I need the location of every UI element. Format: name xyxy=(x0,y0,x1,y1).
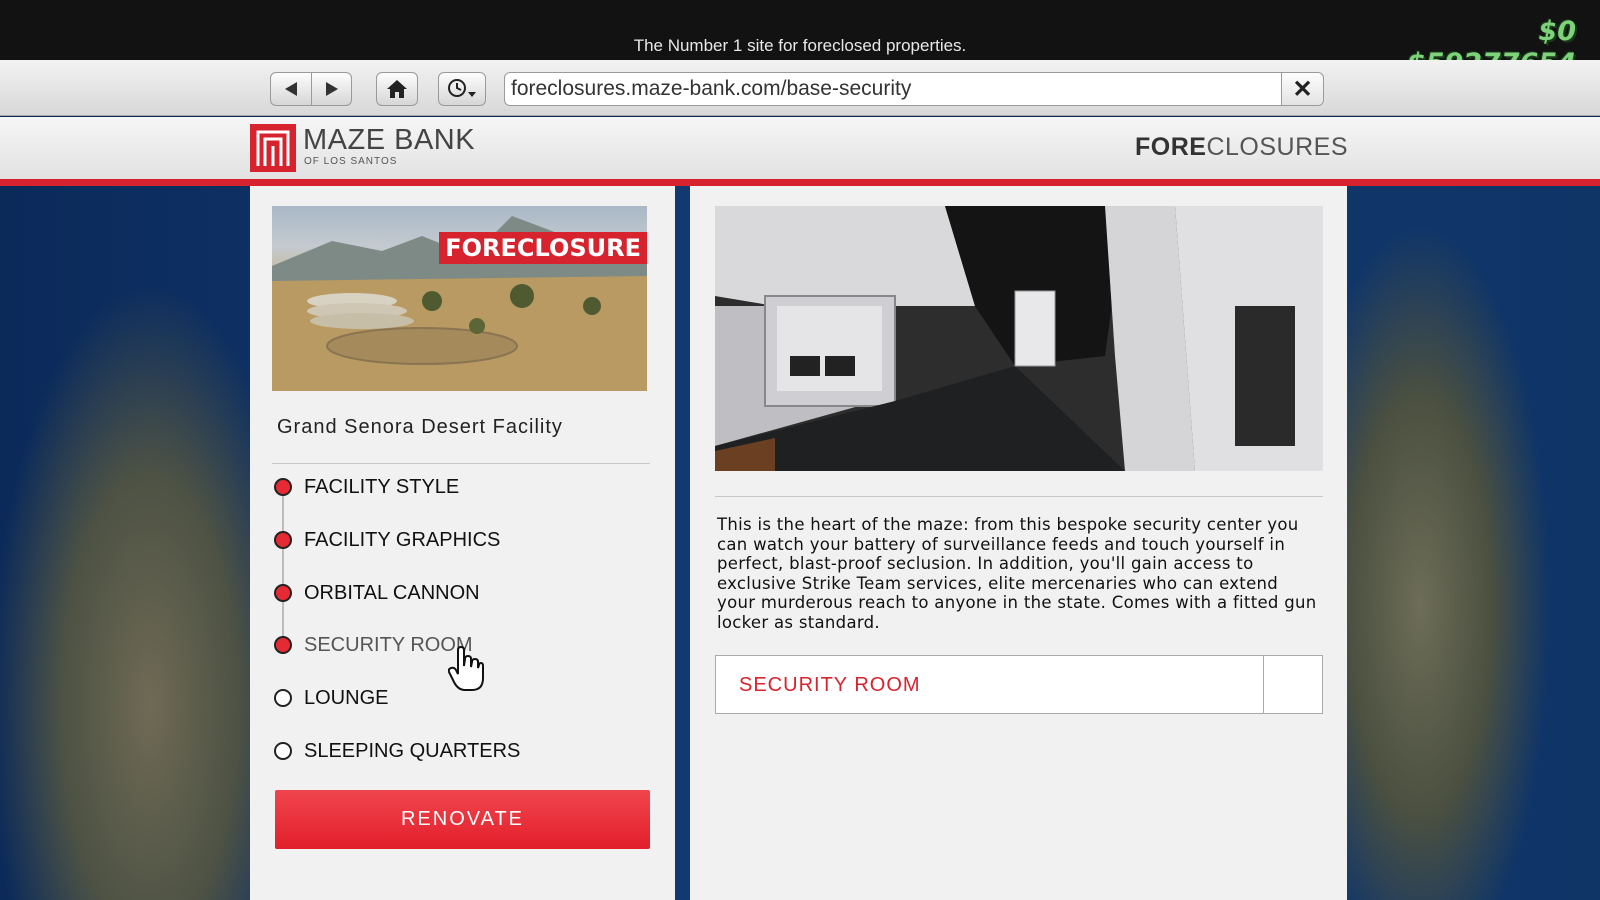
divider xyxy=(715,496,1323,497)
option-facility-style[interactable]: FACILITY STYLE xyxy=(274,472,459,502)
browser-toolbar: ✕ xyxy=(0,60,1600,116)
nav-buttons xyxy=(270,72,352,106)
property-thumbnail: FORECLOSURE xyxy=(272,206,647,391)
back-button[interactable] xyxy=(271,73,311,105)
option-lounge[interactable]: LOUNGE xyxy=(274,683,388,713)
option-sleeping-quarters[interactable]: SLEEPING QUARTERS xyxy=(274,736,520,766)
renovate-button[interactable]: RENOVATE xyxy=(275,790,650,849)
option-label: FACILITY STYLE xyxy=(304,475,460,498)
security-room-photo xyxy=(715,206,1323,471)
option-orbital-cannon[interactable]: ORBITAL CANNON xyxy=(274,578,480,608)
unselected-dot-icon xyxy=(274,689,292,707)
close-icon: ✕ xyxy=(1292,75,1313,103)
home-group xyxy=(376,72,418,106)
back-arrow-icon xyxy=(285,82,297,96)
section-title-bold: FORE xyxy=(1135,133,1207,161)
option-label: LOUNGE xyxy=(304,686,389,709)
site-tagline: The Number 1 site for foreclosed propert… xyxy=(633,36,967,55)
option-security-room[interactable]: SECURITY ROOM xyxy=(274,630,473,660)
unselected-dot-icon xyxy=(274,742,292,760)
option-label: FACILITY GRAPHICS xyxy=(304,528,501,551)
option-label: SLEEPING QUARTERS xyxy=(304,739,521,762)
logo-subtitle: OF LOS SANTOS xyxy=(304,156,398,167)
header-accent-line xyxy=(0,179,1600,186)
facility-name: Grand Senora Desert Facility xyxy=(277,416,563,438)
divider xyxy=(272,463,650,464)
selection-label: SECURITY ROOM xyxy=(739,674,921,696)
cash-amount: $0 xyxy=(1538,16,1576,47)
url-input[interactable] xyxy=(505,73,1281,105)
section-title: FORECLOSURES xyxy=(1135,133,1348,162)
logo-title: MAZE BANK xyxy=(303,124,476,156)
history-group xyxy=(438,72,486,106)
option-facility-graphics[interactable]: FACILITY GRAPHICS xyxy=(274,525,500,555)
site-header xyxy=(0,117,1600,179)
room-description: This is the heart of the maze: from this… xyxy=(717,515,1317,632)
home-icon xyxy=(387,80,407,98)
history-button[interactable] xyxy=(439,73,485,105)
selected-dot-icon xyxy=(274,636,292,654)
foreclosure-banner: FORECLOSURE xyxy=(439,232,647,264)
section-title-rest: CLOSURES xyxy=(1206,133,1348,161)
selection-box[interactable]: SECURITY ROOM xyxy=(715,655,1323,714)
history-clock-icon xyxy=(448,79,476,97)
selected-dot-icon xyxy=(274,478,292,496)
selected-dot-icon xyxy=(274,584,292,602)
selection-swatch xyxy=(1263,656,1322,713)
maze-bank-logo-icon xyxy=(250,124,296,172)
home-button[interactable] xyxy=(377,73,417,105)
selected-dot-icon xyxy=(274,531,292,549)
forward-button[interactable] xyxy=(311,73,351,105)
hand-pointer-icon xyxy=(448,646,484,691)
option-label: ORBITAL CANNON xyxy=(304,581,480,604)
forward-arrow-icon xyxy=(325,82,338,96)
close-button[interactable]: ✕ xyxy=(1281,73,1323,105)
address-bar: ✕ xyxy=(504,72,1324,106)
